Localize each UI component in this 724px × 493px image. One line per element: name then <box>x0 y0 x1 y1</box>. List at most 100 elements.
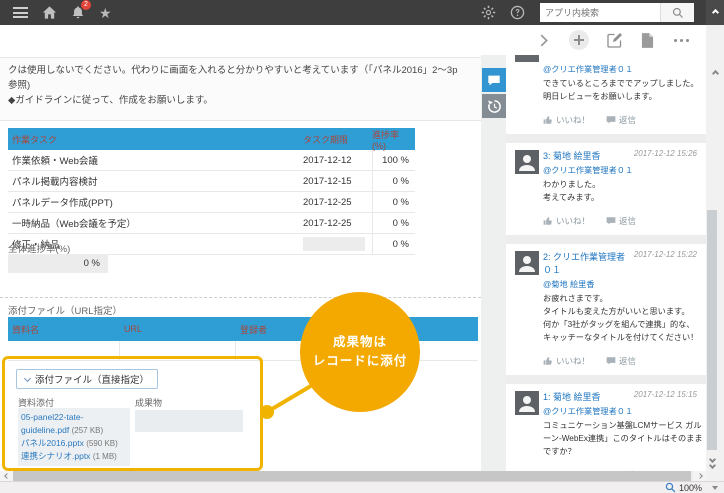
reply-bubble-icon <box>606 216 616 226</box>
reply-button[interactable]: 返信 <box>606 215 636 227</box>
zoom-magnifier-icon <box>665 482 676 493</box>
scroll-right-icon[interactable] <box>693 471 706 481</box>
avatar <box>515 55 539 62</box>
comment-body: できているところまででアップしました。 明日レビューをお願いします。 <box>543 77 703 103</box>
reply-bubble-icon <box>606 356 616 366</box>
guideline-description: クは使用しないでください。代わりに画面を入れると分かりやすいと考えています（「パ… <box>0 57 481 121</box>
next-record-icon[interactable] <box>538 34 551 47</box>
comment-author-link[interactable]: 3: 菊地 絵里香 <box>543 149 630 162</box>
like-button[interactable]: いいね！ <box>543 114 590 126</box>
scrollbar-top-button[interactable] <box>706 0 724 25</box>
attachment-highlight-frame <box>2 356 263 471</box>
thumbs-up-icon <box>543 356 553 366</box>
app-header: 2 ★ <box>0 0 706 25</box>
browser-status-bar: 100% <box>0 481 724 493</box>
avatar <box>515 150 539 179</box>
progress-cell: 0 % <box>372 192 415 212</box>
table-row: 一時納品（Web会議を予定） 2017-12-25 0 % <box>8 213 415 234</box>
task-cell: 一時納品（Web会議を予定） <box>8 213 300 233</box>
section-divider <box>0 297 481 298</box>
callout-bubble: 成果物は レコードに添付 <box>300 292 420 412</box>
due-cell: 2017-12-15 <box>300 171 372 191</box>
task-subtable: 作業タスク タスク期限 進捗率(%) 作業依頼・Web会議 2017-12-12… <box>8 128 415 255</box>
comment-body: お疲れさまです。 タイトルも変えた方がいいと思います。 何か「3社がタッグを組ん… <box>543 292 703 344</box>
add-record-icon[interactable] <box>569 30 589 50</box>
due-cell: 2017-12-25 <box>300 192 372 212</box>
task-cell: パネル掲載内容検討 <box>8 171 300 191</box>
comment-timestamp: 2017-12-12 15:22 <box>634 250 697 259</box>
overall-progress-label: 全体進捗率(%) <box>8 241 70 255</box>
home-icon[interactable] <box>42 5 57 20</box>
overall-progress-value: 0 % <box>8 254 108 273</box>
due-cell: 2017-12-12 <box>300 150 372 170</box>
history-toggle-button[interactable] <box>482 94 506 118</box>
notifications-bell-icon[interactable]: 2 <box>71 5 85 20</box>
comment-body: コミュニケーション基盤LCMサービス ガルーン-WebEx連携」このタイトルはそ… <box>543 419 703 458</box>
comment-timestamp: 2017-12-12 15:15 <box>634 390 697 399</box>
comment-item: @クリエ作業管理者０１ できているところまででアップしました。 明日レビューをお… <box>506 55 706 134</box>
progress-cell: 0 % <box>372 213 415 233</box>
col-header-progress: 進捗率(%) <box>372 128 415 151</box>
col-header-doc-name: 資料名 <box>8 323 120 336</box>
favorites-star-icon[interactable]: ★ <box>99 6 112 20</box>
zoom-level[interactable]: 100% <box>679 483 702 493</box>
task-cell: パネルデータ作成(PPT) <box>8 192 300 212</box>
table-row: 作業依頼・Web会議 2017-12-12 100 % <box>8 150 415 171</box>
comment-author-link[interactable]: 1: 菊地 絵里香 <box>543 390 630 403</box>
search-icon[interactable] <box>660 3 694 22</box>
progress-cell: 0 % <box>372 234 415 254</box>
horizontal-scrollbar[interactable] <box>0 471 706 481</box>
comments-toggle-button[interactable] <box>482 68 506 92</box>
notification-count-badge: 2 <box>81 0 91 10</box>
table-row: パネルデータ作成(PPT) 2017-12-25 0 % <box>8 192 415 213</box>
task-cell: 作業依頼・Web会議 <box>8 150 300 170</box>
col-header-due: タスク期限 <box>300 133 372 146</box>
scroll-left-icon[interactable] <box>0 471 13 481</box>
comment-body: わかりました。 考えてみます。 <box>543 178 703 204</box>
col-header-url: URL <box>120 324 236 334</box>
history-icon <box>487 99 502 114</box>
url-attachments-label: 添付ファイル（URL指定） <box>8 303 122 317</box>
reply-button[interactable]: 返信 <box>606 355 636 367</box>
progress-cell: 100 % <box>372 150 415 170</box>
more-options-icon[interactable] <box>672 39 690 42</box>
mention-link[interactable]: @菊地 絵里香 <box>543 278 703 291</box>
comments-panel: @クリエ作業管理者０１ できているところまででアップしました。 明日レビューをお… <box>506 55 706 471</box>
due-cell: 2017-12-25 <box>300 213 372 233</box>
record-toolbar <box>0 25 706 55</box>
scroll-down-icons[interactable] <box>710 456 715 469</box>
reply-bubble-icon <box>606 115 616 125</box>
edit-record-icon[interactable] <box>607 32 623 48</box>
like-button[interactable]: いいね！ <box>543 215 590 227</box>
comment-item: 2: クリエ作業管理者０１ 2017-12-12 15:22 @菊地 絵里香 お… <box>506 244 706 375</box>
due-cell-empty <box>300 234 372 254</box>
speech-bubble-icon <box>487 74 501 87</box>
progress-cell: 0 % <box>372 171 415 191</box>
settings-gear-icon[interactable] <box>481 5 496 20</box>
mention-link[interactable]: @クリエ作業管理者０１ <box>543 63 703 76</box>
horizontal-scrollbar-thumb[interactable] <box>13 471 691 481</box>
mention-link[interactable]: @クリエ作業管理者０１ <box>543 405 703 418</box>
search-input[interactable] <box>540 3 660 22</box>
reply-button[interactable]: 返信 <box>606 114 636 126</box>
comment-item: 1: 菊地 絵里香 2017-12-12 15:15 @クリエ作業管理者０１ コ… <box>506 384 706 471</box>
scroll-up-icon[interactable] <box>713 71 718 76</box>
record-detail-pane: クは使用しないでください。代わりに画面を入れると分かりやすいと考えています（「パ… <box>0 55 481 471</box>
like-button[interactable]: いいね！ <box>543 355 590 367</box>
col-header-task: 作業タスク <box>8 133 300 146</box>
task-subtable-header: 作業タスク タスク期限 進捗率(%) <box>8 128 415 150</box>
comment-author-link[interactable]: 2: クリエ作業管理者０１ <box>543 250 630 276</box>
avatar <box>515 251 539 280</box>
comment-item: 3: 菊地 絵里香 2017-12-12 15:26 @クリエ作業管理者０１ わ… <box>506 143 706 235</box>
page-scrollbar[interactable] <box>706 0 724 481</box>
menu-icon[interactable] <box>13 7 28 18</box>
avatar <box>515 391 539 420</box>
help-icon[interactable] <box>510 5 525 20</box>
thumbs-up-icon <box>543 115 553 125</box>
scrollbar-thumb[interactable] <box>707 210 717 450</box>
mention-link[interactable]: @クリエ作業管理者０１ <box>543 164 703 177</box>
zoom-dropdown-caret[interactable] <box>712 486 718 490</box>
table-row: パネル掲載内容検討 2017-12-15 0 % <box>8 171 415 192</box>
comment-timestamp: 2017-12-12 15:26 <box>634 149 697 158</box>
duplicate-record-icon[interactable] <box>641 33 654 48</box>
